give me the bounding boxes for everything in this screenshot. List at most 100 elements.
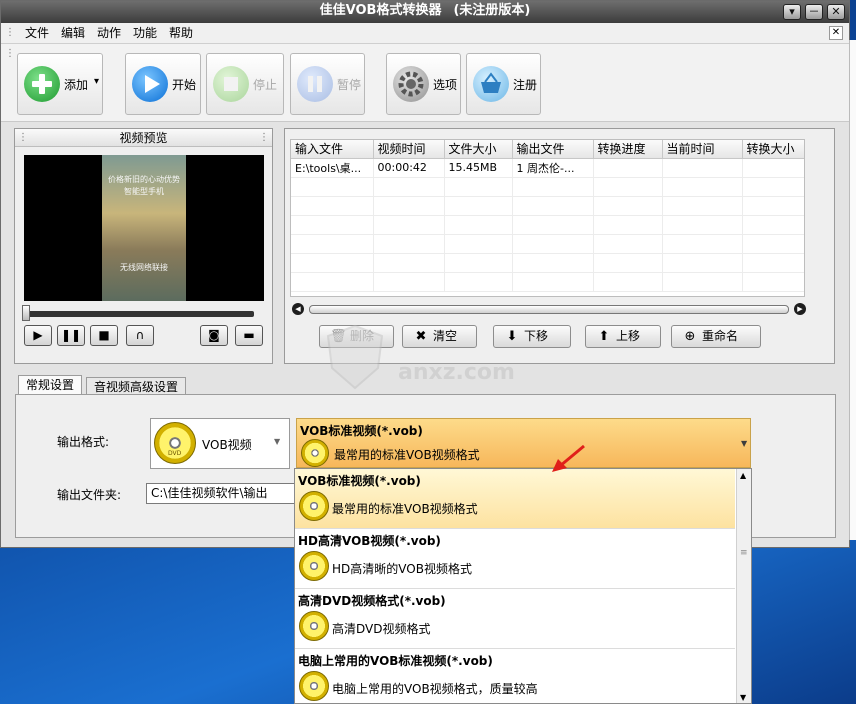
- table-cell: [662, 158, 743, 178]
- vob-disc-icon: [299, 611, 329, 641]
- grip-icon: ⋮: [5, 48, 15, 59]
- minimize-button[interactable]: －: [805, 4, 823, 20]
- preset-desc: 最常用的标准VOB视频格式: [334, 448, 480, 462]
- title-bar[interactable]: 佳佳VOB格式转换器 (未注册版本) ▾ － ✕: [1, 1, 849, 23]
- table-cell: [742, 158, 804, 178]
- close-button[interactable]: ✕: [827, 4, 845, 20]
- stop-button[interactable]: ■: [90, 325, 118, 346]
- pause-icon: ❚❚: [60, 328, 82, 342]
- menu-close-icon[interactable]: ✕: [829, 26, 843, 40]
- window-title: 佳佳VOB格式转换器 (未注册版本): [319, 3, 531, 18]
- camera-icon: ◙: [208, 328, 220, 342]
- format-dropdown-list[interactable]: VOB标准视频(*.vob) 最常用的标准VOB视频格式 HD高清VOB视频(*…: [294, 468, 752, 704]
- move-down-button[interactable]: ⬇ 下移: [493, 325, 571, 348]
- format-preset-select[interactable]: VOB标准视频(*.vob) 最常用的标准VOB视频格式 ▼: [296, 418, 751, 468]
- column-header[interactable]: 转换进度: [593, 140, 663, 159]
- column-header[interactable]: 文件大小: [444, 140, 513, 159]
- menu-help[interactable]: 帮助: [166, 25, 196, 42]
- menu-bar: ⋮ 文件 编辑 动作 功能 帮助 ✕: [1, 23, 849, 44]
- tab-general-settings[interactable]: 常规设置: [18, 375, 83, 395]
- chevron-down-icon[interactable]: ▾: [94, 76, 99, 87]
- vob-disc-icon: [299, 491, 329, 521]
- column-header[interactable]: 输出文件: [512, 140, 594, 159]
- stop-icon: ■: [98, 328, 110, 342]
- preview-title: ⋮ 视频预览 ⋮: [15, 129, 272, 147]
- table-row: [291, 253, 804, 273]
- file-table[interactable]: 输入文件 视频时间 文件大小 输出文件 转换进度 当前时间 转换大小 E:\to…: [290, 139, 805, 297]
- grip-icon: ⋮: [259, 132, 269, 143]
- dropdown-option[interactable]: HD高清VOB视频(*.vob) HD高清晰的VOB视频格式: [295, 529, 735, 589]
- arrow-down-icon: ⬇: [506, 329, 518, 344]
- add-button[interactable]: 添加 ▾: [17, 53, 103, 115]
- format-category-select[interactable]: DVD VOB视频 ▼: [150, 418, 290, 469]
- scroll-left-icon[interactable]: ◀: [292, 303, 304, 315]
- move-up-button[interactable]: ⬆ 上移: [585, 325, 661, 348]
- add-icon: [24, 66, 60, 102]
- play-button[interactable]: ▶: [24, 325, 52, 346]
- output-folder-input[interactable]: C:\佳佳视频软件\输出: [146, 483, 298, 504]
- stop-button[interactable]: 停止: [206, 53, 284, 115]
- dropdown-option[interactable]: 电脑上常用的VOB标准视频(*.vob) 电脑上常用的VOB视频格式，质量较高: [295, 649, 735, 703]
- scroll-down-icon[interactable]: ▼: [740, 693, 746, 702]
- vob-disc-icon: [299, 671, 329, 701]
- table-header: 输入文件 视频时间 文件大小 输出文件 转换进度 当前时间 转换大小: [291, 140, 804, 159]
- seek-thumb[interactable]: [22, 305, 30, 321]
- horizontal-scrollbar[interactable]: ◀ ▶: [292, 303, 806, 315]
- menu-edit[interactable]: 编辑: [58, 25, 88, 42]
- output-folder-label: 输出文件夹:: [57, 488, 122, 502]
- chevron-down-icon: ▼: [741, 439, 748, 448]
- close-icon: ✖: [415, 329, 427, 344]
- rename-button[interactable]: ⊕ 重命名: [671, 325, 761, 348]
- snapshot-button[interactable]: ◙: [200, 325, 228, 346]
- start-button[interactable]: 开始: [125, 53, 201, 115]
- folder-icon: ▬: [243, 328, 255, 342]
- scroll-thumb[interactable]: [309, 305, 789, 314]
- delete-button[interactable]: 🗑 删除: [319, 325, 394, 348]
- dropdown-option[interactable]: 高清DVD视频格式(*.vob) 高清DVD视频格式: [295, 589, 735, 649]
- table-row: [291, 196, 804, 216]
- menu-function[interactable]: 功能: [130, 25, 160, 42]
- menu-action[interactable]: 动作: [94, 25, 124, 42]
- app-window: 佳佳VOB格式转换器 (未注册版本) ▾ － ✕ ⋮ 文件 编辑 动作 功能 帮助…: [0, 0, 850, 548]
- column-header[interactable]: 转换大小: [742, 140, 804, 159]
- pause-button[interactable]: 暂停: [290, 53, 365, 115]
- table-row[interactable]: E:\tools\桌... 00:00:42 15.45MB 1 周杰伦-...: [291, 158, 804, 178]
- column-header[interactable]: 输入文件: [291, 140, 374, 159]
- vob-disc-icon: [299, 551, 329, 581]
- video-overlay-text: 价格新旧的心动优势: [108, 175, 180, 184]
- menu-file[interactable]: 文件: [22, 25, 52, 42]
- rename-icon: ⊕: [684, 329, 696, 344]
- loop-button[interactable]: ∩: [126, 325, 154, 346]
- trash-icon: 🗑: [330, 329, 347, 344]
- dropdown-option[interactable]: VOB标准视频(*.vob) 最常用的标准VOB视频格式: [295, 469, 735, 529]
- gear-icon: [393, 66, 429, 102]
- headphones-icon: ∩: [135, 328, 145, 342]
- scroll-up-icon[interactable]: ▲: [740, 471, 746, 480]
- clear-button[interactable]: ✖ 清空: [402, 325, 477, 348]
- pause-button[interactable]: ❚❚: [57, 325, 85, 346]
- table-cell: E:\tools\桌...: [291, 158, 374, 178]
- stop-icon: [213, 66, 249, 102]
- output-format-label: 输出格式:: [57, 435, 110, 449]
- video-frame: 价格新旧的心动优势 智能型手机 无线网络联接: [102, 155, 186, 301]
- options-button[interactable]: 选项: [386, 53, 461, 115]
- preset-name: VOB标准视频(*.vob): [300, 424, 423, 438]
- dropdown-scrollbar[interactable]: ▲ ≡ ▼: [736, 469, 751, 703]
- column-header[interactable]: 当前时间: [662, 140, 743, 159]
- column-header[interactable]: 视频时间: [373, 140, 445, 159]
- video-overlay-text: 智能型手机: [124, 187, 164, 196]
- grip-icon: ⋮: [18, 132, 28, 143]
- toolbar: ⋮ 添加 ▾ 开始 停止 暂停 选项 注册: [1, 44, 849, 122]
- scroll-right-icon[interactable]: ▶: [794, 303, 806, 315]
- open-folder-button[interactable]: ▬: [235, 325, 263, 346]
- register-button[interactable]: 注册: [466, 53, 541, 115]
- seek-bar[interactable]: [25, 311, 254, 317]
- table-cell: 15.45MB: [444, 158, 513, 178]
- scroll-thumb[interactable]: ≡: [740, 548, 748, 558]
- arrow-up-icon: ⬆: [598, 329, 610, 344]
- menu-dropdown-button[interactable]: ▾: [783, 4, 801, 20]
- grip-icon: ⋮: [5, 27, 15, 38]
- table-cell: [593, 158, 663, 178]
- red-arrow-annotation: [552, 444, 585, 472]
- video-preview-panel: ⋮ 视频预览 ⋮ 价格新旧的心动优势 智能型手机 无线网络联接 ▶ ❚❚ ■ ∩…: [14, 128, 273, 364]
